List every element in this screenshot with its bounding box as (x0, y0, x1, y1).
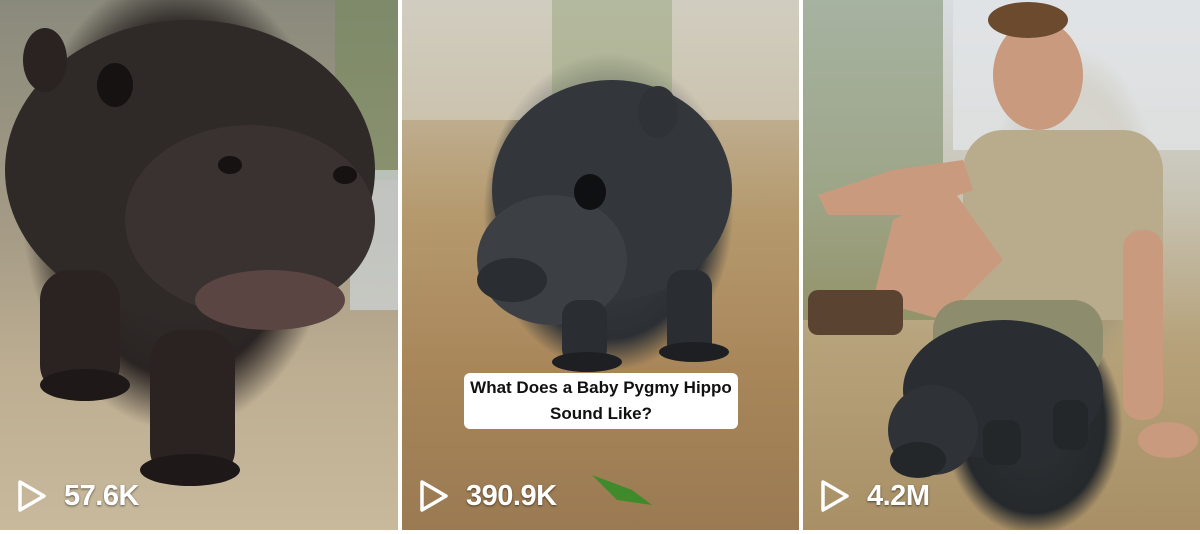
view-count: 57.6K (64, 479, 139, 512)
hippo-standing-illustration (402, 0, 799, 505)
thumbnail-image (402, 0, 799, 530)
view-count-overlay: 390.9K (416, 476, 557, 516)
hippo-closeup-illustration (5, 0, 398, 486)
view-count: 4.2M (867, 479, 930, 512)
video-thumbnail-2[interactable]: What Does a Baby Pygmy Hippo Sound Like?… (402, 0, 799, 530)
video-thumbnail-1[interactable]: 57.6K (0, 0, 398, 530)
video-grid: 57.6K What Does a Baby Pygmy Hippo Sound… (0, 0, 1200, 534)
thumbnail-image (0, 0, 398, 530)
play-icon (18, 480, 46, 512)
thumbnail-image (803, 0, 1200, 530)
keeper-with-hippo-illustration (803, 0, 1200, 478)
view-count: 390.9K (466, 479, 557, 512)
video-caption: What Does a Baby Pygmy Hippo Sound Like? (464, 373, 738, 429)
video-thumbnail-3[interactable]: 4.2M (803, 0, 1200, 530)
view-count-overlay: 57.6K (14, 476, 139, 516)
play-icon (821, 480, 849, 512)
view-count-overlay: 4.2M (817, 476, 930, 516)
play-icon (420, 480, 448, 512)
